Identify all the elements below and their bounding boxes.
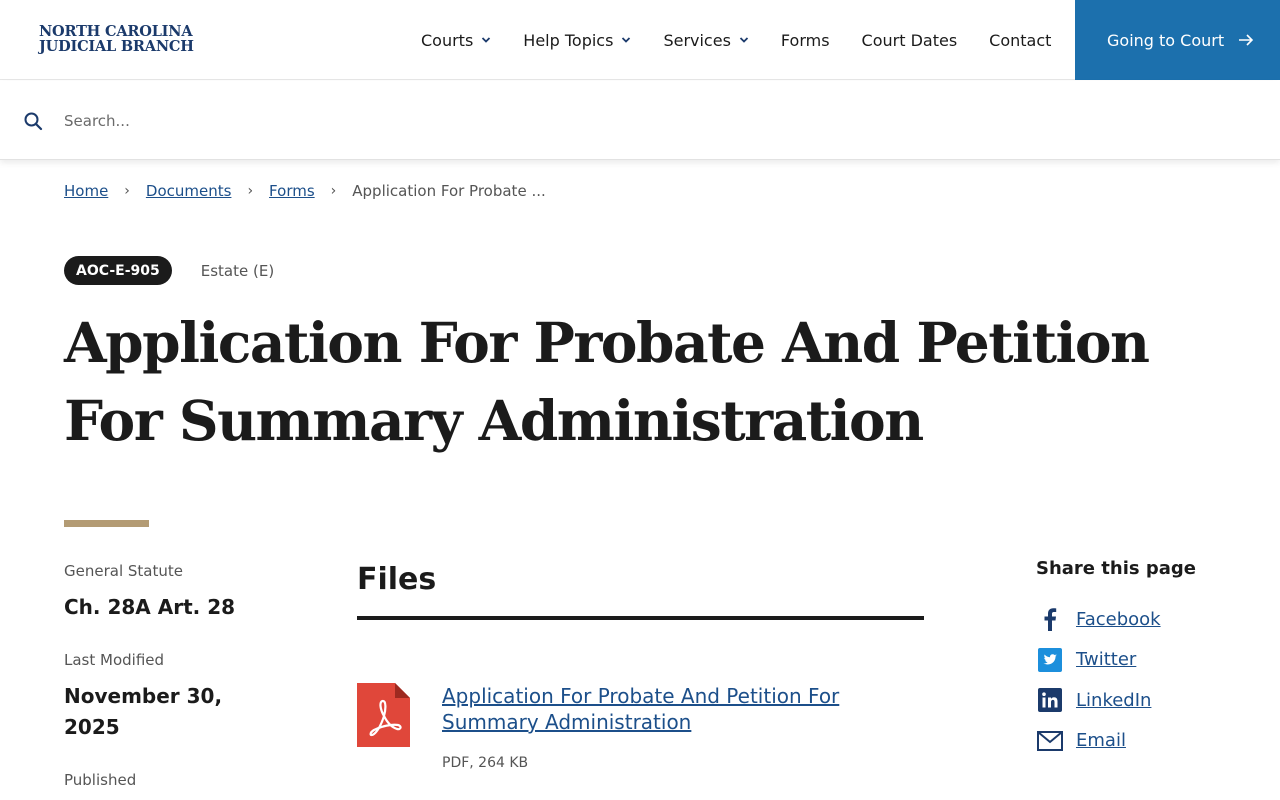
linkedin-icon (1036, 686, 1064, 714)
files-heading: Files (357, 562, 437, 597)
facebook-icon (1036, 605, 1064, 633)
site-header: NORTH CAROLINA JUDICIAL BRANCH Courts He… (0, 0, 1280, 80)
pdf-file-icon[interactable] (357, 683, 410, 747)
breadcrumb: Home › Documents › Forms › Application F… (64, 182, 546, 200)
files-section: Files Application For Probate And Petiti… (357, 560, 924, 783)
statute-value: Ch. 28A Art. 28 (64, 595, 236, 619)
share-panel: Share this page Facebook Twitter LinkedI… (1036, 558, 1266, 761)
files-divider (357, 616, 924, 620)
chevron-down-icon (739, 37, 749, 43)
published-label: Published (64, 771, 137, 789)
nav-item-label: Services (663, 30, 731, 50)
share-title: Share this page (1036, 558, 1196, 579)
form-category: Estate (E) (200, 261, 275, 280)
arrow-right-icon (1238, 33, 1254, 47)
form-code-badge: AOC-E-905 (64, 256, 172, 285)
share-facebook-link[interactable]: Facebook (1076, 609, 1161, 630)
search-bar (0, 81, 1280, 160)
breadcrumb-current: Application For Probate ... (352, 182, 546, 200)
share-email[interactable]: Email (1036, 721, 1266, 762)
going-to-court-button[interactable]: Going to Court (1075, 0, 1280, 80)
share-twitter[interactable]: Twitter (1036, 640, 1266, 681)
chevron-right-icon: › (124, 183, 130, 199)
nav-item-label: Court Dates (861, 30, 958, 50)
file-item: Application For Probate And Petition For… (357, 683, 924, 783)
main-nav: Courts Help Topics Services Forms Court … (405, 0, 1067, 80)
breadcrumb-documents[interactable]: Documents (146, 182, 232, 200)
share-facebook[interactable]: Facebook (1036, 599, 1266, 640)
chevron-right-icon: › (247, 183, 254, 199)
nav-item-label: Forms (780, 30, 830, 50)
nav-item-contact[interactable]: Contact (973, 0, 1067, 80)
nav-item-services[interactable]: Services (647, 0, 764, 80)
cta-label: Going to Court (1107, 30, 1225, 50)
chevron-down-icon (622, 37, 631, 43)
file-download-link[interactable]: Application For Probate And Petition For… (442, 683, 912, 735)
share-linkedin[interactable]: LinkedIn (1036, 680, 1266, 721)
share-linkedin-link[interactable]: LinkedIn (1076, 690, 1151, 711)
breadcrumb-home[interactable]: Home (64, 182, 108, 200)
share-twitter-link[interactable]: Twitter (1076, 649, 1136, 670)
nav-item-forms[interactable]: Forms (765, 0, 846, 80)
twitter-icon (1036, 646, 1064, 674)
accent-divider (64, 520, 149, 527)
nav-item-label: Help Topics (523, 30, 614, 50)
modified-value: November 30, 2025 (64, 684, 223, 739)
search-input[interactable] (64, 105, 1214, 137)
file-info: PDF, 264 KB (442, 755, 529, 771)
modified-label: Last Modified (64, 651, 165, 669)
logo-line2: JUDICIAL BRANCH (39, 38, 194, 55)
share-email-link[interactable]: Email (1076, 730, 1126, 751)
breadcrumb-forms[interactable]: Forms (269, 182, 315, 200)
search-icon[interactable] (23, 111, 43, 131)
nav-item-label: Courts (421, 30, 474, 50)
nav-item-court-dates[interactable]: Court Dates (846, 0, 974, 80)
form-meta: General Statute Ch. 28A Art. 28 Last Mod… (64, 562, 284, 800)
chevron-down-icon (482, 37, 491, 43)
logo-line1: NORTH CAROLINA (39, 23, 193, 40)
form-tags: AOC-E-905 Estate (E) (64, 256, 274, 285)
statute-label: General Statute (64, 562, 183, 580)
site-logo[interactable]: NORTH CAROLINA JUDICIAL BRANCH (39, 24, 194, 54)
page-title: Application For Probate And Petition For… (64, 310, 1150, 453)
nav-item-courts[interactable]: Courts (405, 0, 507, 80)
email-icon (1036, 727, 1064, 755)
chevron-right-icon: › (330, 183, 337, 199)
nav-item-label: Contact (989, 30, 1052, 50)
nav-item-help-topics[interactable]: Help Topics (507, 0, 647, 80)
